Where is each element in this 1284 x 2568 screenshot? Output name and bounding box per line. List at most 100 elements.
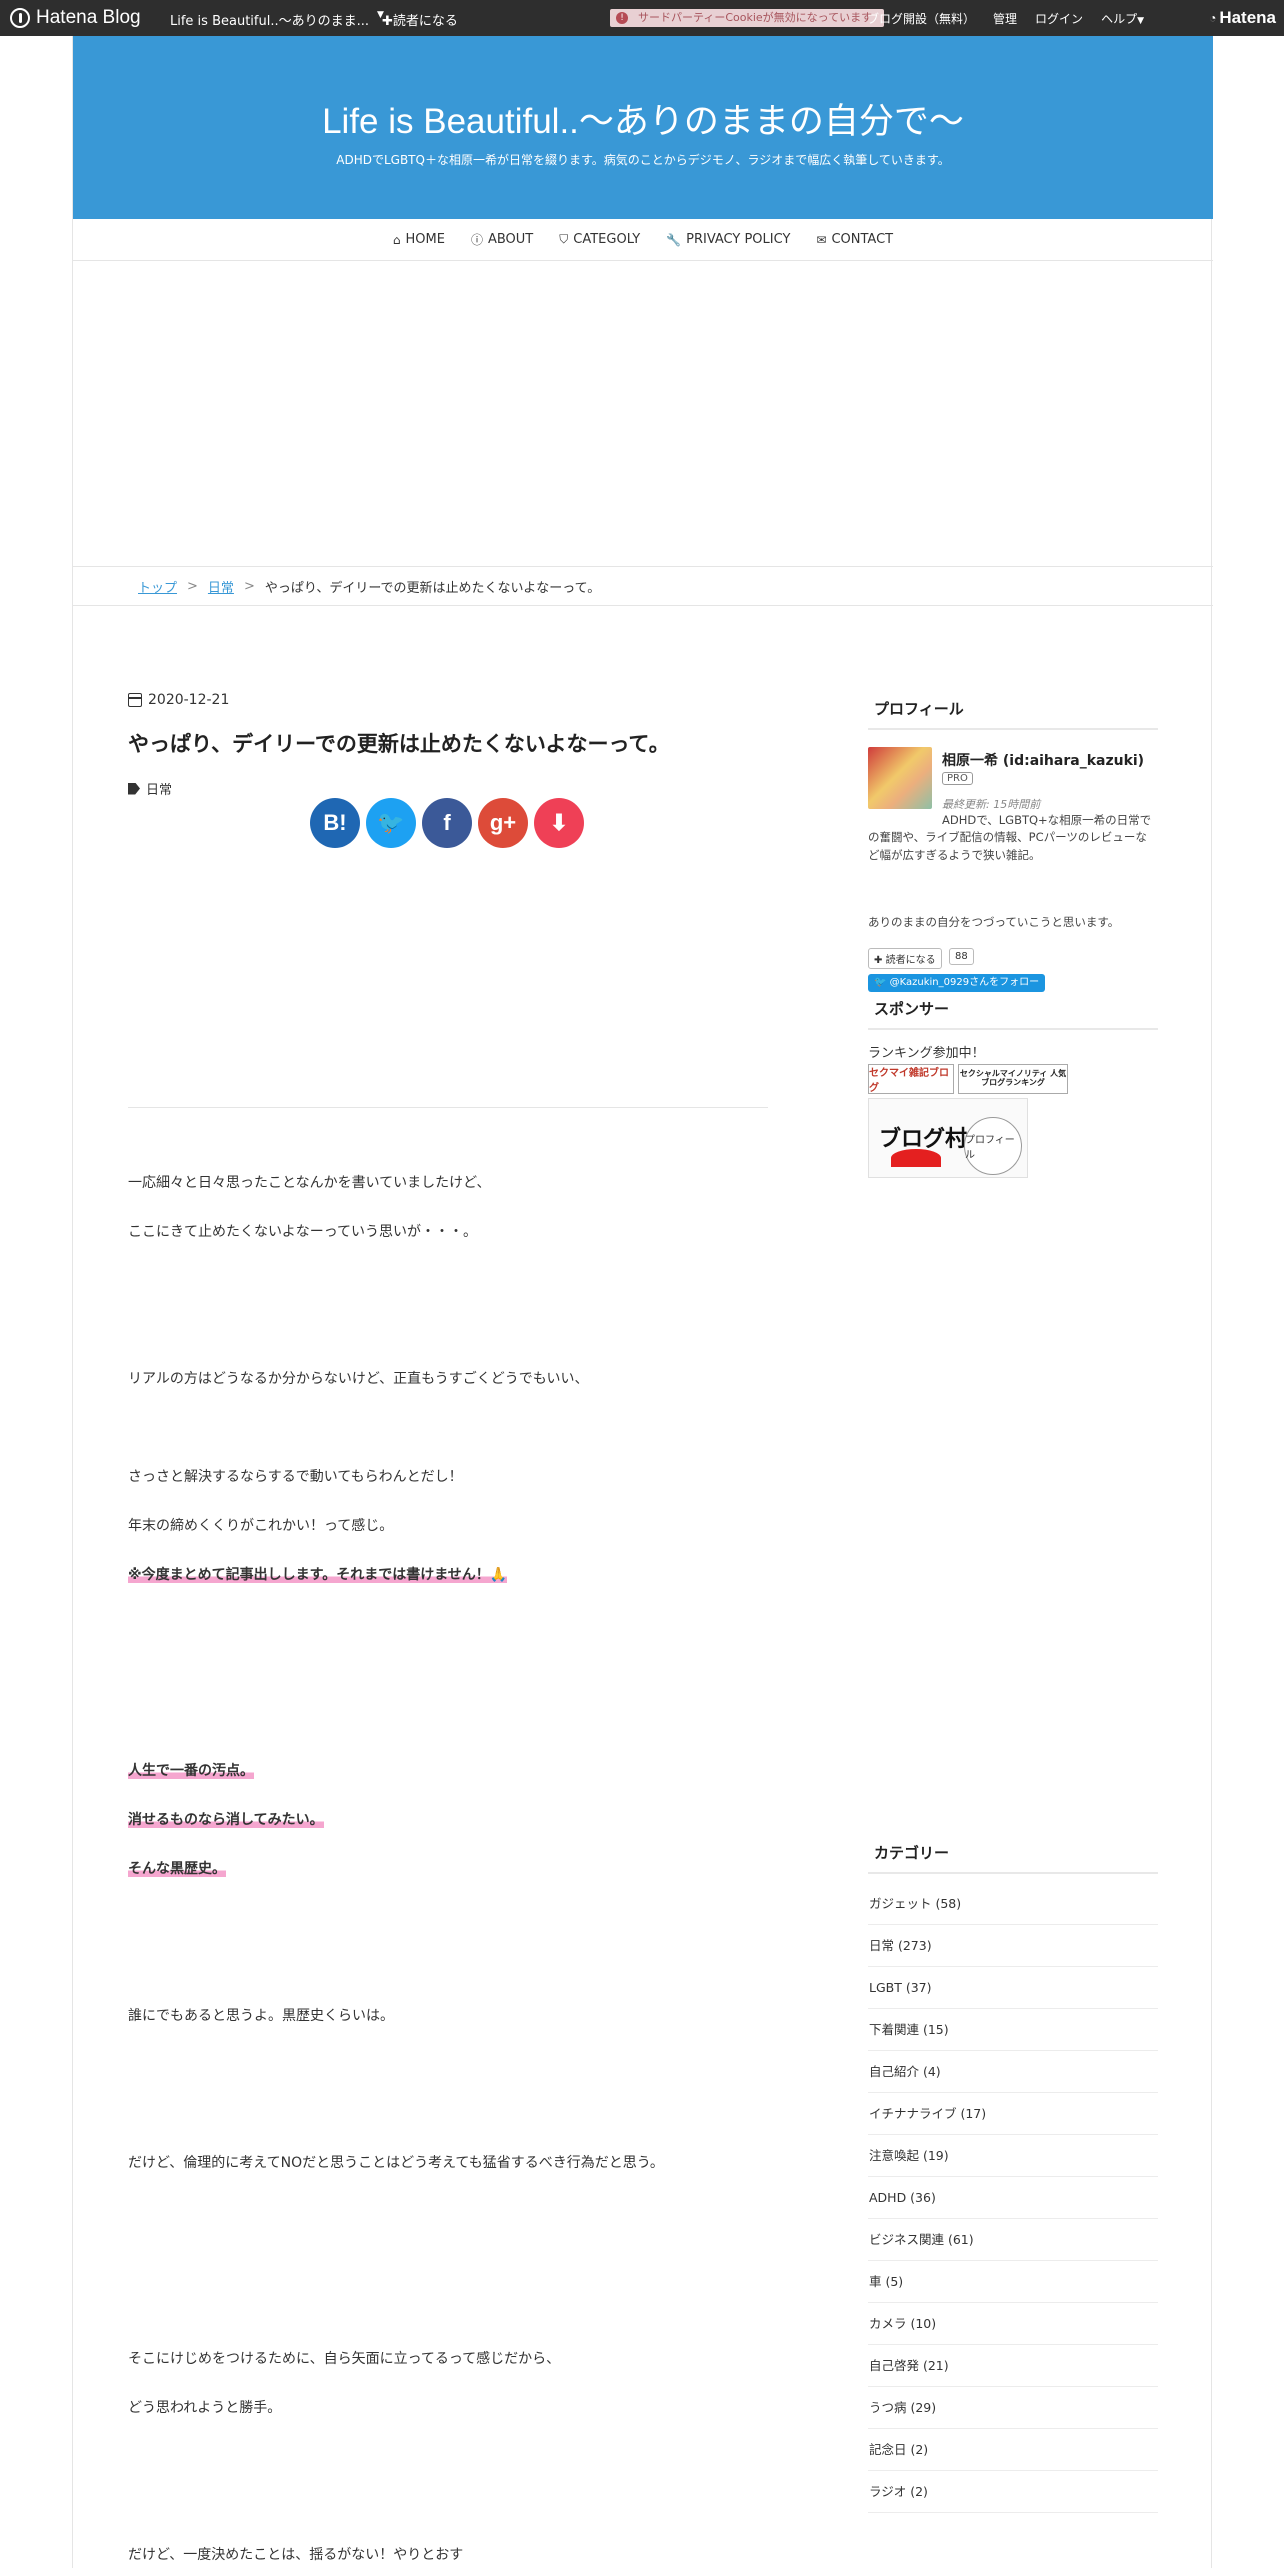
profile-module: プロフィール 相原一希 (id:aihara_kazuki) PRO 最終更新:… — [868, 692, 1158, 992]
category-item[interactable]: 自己啓発 (21) — [868, 2345, 1158, 2387]
category-item[interactable]: 記念日 (2) — [868, 2429, 1158, 2471]
category-item[interactable]: イチナナライブ (17) — [868, 2093, 1158, 2135]
facebook-share-button[interactable]: f — [422, 798, 472, 848]
blog-header: Life is Beautiful..～ありのままの自分で～ ADHDでLGBT… — [73, 36, 1213, 219]
category-item[interactable]: LGBT (37) — [868, 1967, 1158, 2009]
nav-item-label: PRIVACY POLICY — [686, 232, 791, 247]
highlighted-text: そんな黒歴史。 — [128, 1861, 226, 1877]
blog-village-banner[interactable]: ブログ村 プロフィール — [868, 1098, 1028, 1178]
paragraph-text: 一応細々と日々思ったことなんかを書いていましたけど、 — [128, 1175, 491, 1191]
category-item[interactable]: 下着関連 (15) — [868, 2009, 1158, 2051]
ranking-text: ランキング参加中！ — [868, 1046, 985, 1061]
hatena-bookmark-share-button[interactable]: B! — [310, 798, 360, 848]
graduation-cap-icon: ⛉ — [559, 232, 569, 246]
global-nav: ⌂ HOME ⓘ ABOUT ⛉ CATEGOLY 🔧 PRIVACY POLICY ✉ CONT… — [73, 219, 1213, 261]
blog-description: ADHDでLGBTQ＋な相原一希が日常を綴ります。病気のことからデジモノ、ラジオ… — [336, 153, 950, 167]
header-subscribe-link[interactable]: ✚読者になる — [382, 10, 458, 29]
paragraph: 一応細々と日々思ったことなんかを書いていましたけど、 — [128, 1172, 490, 1192]
nav-item-categoly[interactable]: ⛉ CATEGOLY — [559, 232, 640, 247]
profile-name[interactable]: 相原一希 (id:aihara_kazuki) — [942, 750, 1144, 770]
hatena-logo-icon — [10, 8, 30, 28]
hatena-blog-logo[interactable]: Hatena Blog — [10, 7, 141, 29]
nav-item-privacy-policy[interactable]: 🔧 PRIVACY POLICY — [666, 232, 790, 247]
share-buttons: B! 🐦 f g+ ⬇ — [310, 798, 584, 848]
pocket-share-button[interactable]: ⬇ — [534, 798, 584, 848]
blog-village-logo: ブログ村 — [879, 1126, 968, 1151]
breadcrumb-current: やっぱり、デイリーでの更新は止めたくないよなーって。 — [264, 580, 601, 596]
category-item[interactable]: 注意喚起 (19) — [868, 2135, 1158, 2177]
category-item[interactable]: ラジオ (2) — [868, 2471, 1158, 2513]
help-menu[interactable]: ヘルプ▼ — [1101, 10, 1144, 27]
blog-selector[interactable]: Life is Beautiful..～ありのまま... ▼ — [170, 10, 384, 29]
last-updated: 最終更新: 15時間前 — [942, 798, 1041, 811]
sponsor-module: スポンサー ランキング参加中！ セクマイ雑記ブログ セクシャルマイノリティ 人気… — [868, 992, 1158, 1178]
tag-icon — [128, 782, 140, 795]
ranking-banner-2[interactable]: セクシャルマイノリティ 人気ブログランキング — [958, 1064, 1068, 1094]
entry-date[interactable]: 2020-12-21 — [128, 692, 229, 708]
subscriber-count: 88 — [949, 948, 974, 965]
blog-village-profile-button[interactable]: プロフィール — [964, 1117, 1022, 1175]
category-heading: カテゴリー — [868, 1836, 1158, 1874]
profile-heading: プロフィール — [868, 692, 1158, 730]
paragraph: 人生で一番の汚点。 — [128, 1760, 254, 1780]
paragraph-text: リアルの方はどうなるか分からないけど、正直もうすごくどうでもいい、 — [128, 1371, 589, 1387]
hatena-mark-icon: ◔ — [1209, 11, 1217, 25]
paragraph-text: どう思われようと勝手。 — [128, 2400, 282, 2416]
breadcrumb-category-link[interactable]: 日常 — [208, 577, 234, 596]
nav-item-label: CONTACT — [831, 232, 894, 247]
caret-down-icon: ▼ — [1137, 16, 1144, 26]
blog-title[interactable]: Life is Beautiful..～ありのままの自分で～ — [73, 93, 1213, 144]
login-link[interactable]: ログイン — [1035, 10, 1083, 27]
category-item[interactable]: ビジネス関連 (61) — [868, 2219, 1158, 2261]
nav-item-contact[interactable]: ✉ CONTACT — [816, 232, 893, 247]
category-item[interactable]: 車 (5) — [868, 2261, 1158, 2303]
plus-icon: ✚ — [874, 955, 883, 966]
breadcrumb-separator: > — [243, 578, 255, 594]
hatena-brand-logo[interactable]: ◔ Hatena — [1209, 8, 1276, 28]
google-plus-share-button[interactable]: g+ — [478, 798, 528, 848]
category-item[interactable]: 自己紹介 (4) — [868, 2051, 1158, 2093]
paragraph: リアルの方はどうなるか分からないけど、正直もうすごくどうでもいい、 — [128, 1368, 588, 1388]
paragraph: そんな黒歴史。 — [128, 1858, 226, 1878]
nav-item-home[interactable]: ⌂ HOME — [393, 232, 445, 247]
blog-container: Life is Beautiful..～ありのままの自分で～ ADHDでLGBT… — [72, 36, 1213, 2568]
ranking-banner-1[interactable]: セクマイ雑記ブログ — [868, 1064, 954, 1094]
paragraph-text: ここにきて止めたくないよなーっていう思いが・・・。 — [128, 1224, 478, 1240]
twitter-follow-button[interactable]: 🐦 @Kazukin_0929さんをフォロー — [868, 974, 1046, 992]
avatar[interactable] — [868, 747, 932, 809]
category-item[interactable]: ガジェット (58) — [868, 1883, 1158, 1925]
nav-item-about[interactable]: ⓘ ABOUT — [471, 231, 533, 248]
paragraph: 誰にでもあると思うよ。黒歴史くらいは。 — [128, 2005, 394, 2025]
category-item[interactable]: カメラ (10) — [868, 2303, 1158, 2345]
breadcrumb-top-link[interactable]: トップ — [138, 577, 177, 596]
category-item[interactable]: ADHD (36) — [868, 2177, 1158, 2219]
paragraph-text: だけど、一度決めたことは、揺るがない！やりとおす — [128, 2547, 464, 2563]
paragraph: 消せるものなら消してみたい。 — [128, 1809, 324, 1829]
paragraph: 年末の締めくくりがこれかい！って感じ。 — [128, 1515, 393, 1535]
wrench-icon: 🔧 — [666, 232, 682, 247]
entry-title[interactable]: やっぱり、デイリーでの更新は止めたくないよなーって。 — [128, 728, 768, 758]
ad-space — [73, 262, 1213, 602]
admin-link[interactable]: 管理 — [993, 10, 1017, 27]
category-item[interactable]: 日常 (273) — [868, 1925, 1158, 1967]
highlighted-text: 人生で一番の汚点。 — [128, 1763, 254, 1779]
paragraph-text: さっさと解決するならするで動いてもらわんとだし！ — [128, 1469, 463, 1485]
paragraph: どう思われようと勝手。 — [128, 2397, 281, 2417]
profile-description: ADHDで、LGBTQ+な相原一希の日常での奮闘や、ライブ配信の情報、PCパーツ… — [868, 813, 1152, 862]
paragraph: そこにけじめをつけるために、自ら矢面に立ってるって感じだから、 — [128, 2348, 560, 2368]
paragraph-text: そこにけじめをつけるために、自ら矢面に立ってるって感じだから、 — [128, 2351, 561, 2367]
envelope-icon: ✉ — [816, 232, 827, 247]
entry-category[interactable]: 日常 — [128, 779, 172, 798]
nav-item-label: HOME — [405, 232, 445, 247]
category-item[interactable]: うつ病 (29) — [868, 2387, 1158, 2429]
cookie-notice[interactable]: ! サードパーティーCookieが無効になっています — [610, 9, 884, 27]
breadcrumb-separator: > — [187, 578, 198, 594]
create-blog-link[interactable]: ブログ開設（無料） — [867, 10, 975, 27]
twitter-share-button[interactable]: 🐦 — [366, 798, 416, 848]
profile-subscribe-button[interactable]: ✚ 読者になる — [868, 948, 942, 969]
paragraph-text: 誰にでもあると思うよ。黒歴史くらいは。 — [128, 2008, 394, 2024]
paragraph: だけど、一度決めたことは、揺るがない！やりとおす — [128, 2544, 463, 2564]
profile-description-line: ありのままの自分をつづっていこうと思います。 — [868, 915, 1120, 929]
paragraph: さっさと解決するならするで動いてもらわんとだし！ — [128, 1466, 463, 1486]
header-right-nav: ブログ開設（無料） 管理 ログイン ヘルプ▼ — [867, 10, 1144, 27]
